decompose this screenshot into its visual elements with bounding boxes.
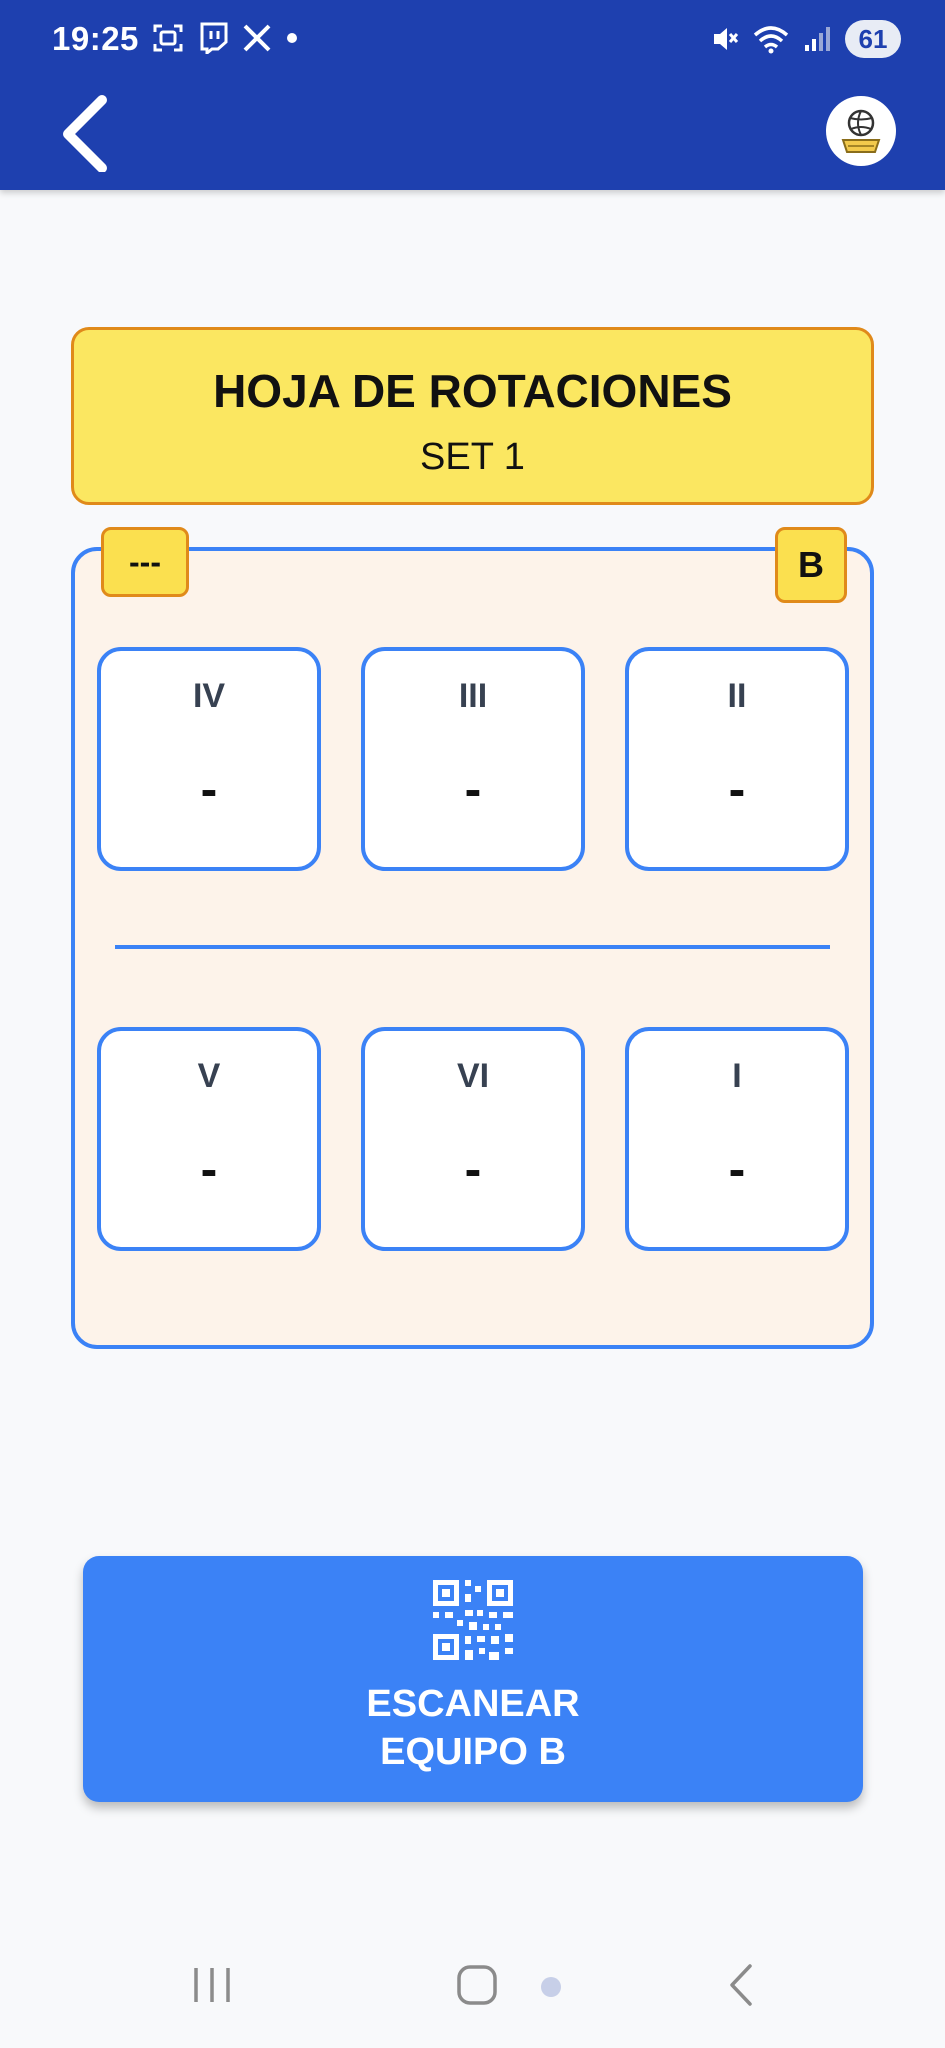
position-ii[interactable]: II -: [625, 647, 849, 871]
rotation-tag: ---: [101, 527, 189, 597]
player-number: -: [464, 761, 482, 817]
system-nav-bar: [0, 1940, 945, 2048]
position-i[interactable]: I -: [625, 1027, 849, 1251]
status-notification-icons: [152, 22, 298, 54]
position-iii[interactable]: III -: [361, 647, 585, 871]
player-number: -: [464, 1141, 482, 1197]
back-button[interactable]: [52, 92, 122, 173]
qr-code-icon: [433, 1580, 513, 1660]
app-logo-button[interactable]: [826, 96, 896, 166]
player-number: -: [728, 761, 746, 817]
player-number: -: [728, 1141, 746, 1197]
volleyball-logo-icon: [841, 109, 881, 153]
home-button[interactable]: [451, 1960, 561, 2015]
team-badge: B: [775, 527, 847, 603]
position-v[interactable]: V -: [97, 1027, 321, 1251]
set-label: SET 1: [420, 436, 525, 478]
signal-icon: [805, 27, 830, 51]
player-number: -: [200, 761, 218, 817]
mute-icon: [714, 28, 739, 50]
position-numeral: III: [458, 677, 488, 715]
rotation-sheet-header: HOJA DE ROTACIONES SET 1: [71, 327, 874, 505]
scan-team-button[interactable]: ESCANEAR EQUIPO B: [83, 1556, 863, 1802]
recents-icon: [194, 1968, 230, 2002]
wifi-icon: [753, 26, 789, 54]
back-icon: [730, 1964, 752, 2006]
battery-icon: 61: [845, 20, 901, 58]
recents-button[interactable]: [190, 1960, 234, 2015]
position-iv[interactable]: IV -: [97, 647, 321, 871]
player-number: -: [200, 1141, 218, 1197]
position-numeral: V: [197, 1057, 221, 1095]
position-numeral: IV: [192, 677, 226, 715]
scan-button-label: ESCANEAR EQUIPO B: [366, 1683, 580, 1773]
system-back-button[interactable]: [722, 1960, 762, 2015]
twitch-icon: [200, 22, 228, 54]
chevron-left-icon: [63, 95, 107, 173]
position-vi[interactable]: VI -: [361, 1027, 585, 1251]
position-numeral: VI: [456, 1057, 490, 1095]
status-time: 19:25: [52, 20, 139, 57]
position-numeral: II: [727, 677, 747, 715]
net-line: [115, 945, 830, 949]
home-icon: [457, 1965, 561, 2005]
page-title: HOJA DE ROTACIONES: [213, 365, 732, 417]
dot-icon: [287, 33, 297, 43]
screenshot-icon: [153, 24, 183, 52]
position-numeral: I: [732, 1057, 742, 1095]
status-system-icons: 61: [711, 20, 901, 58]
x-icon: [243, 24, 271, 52]
app-header: 19:25 61: [0, 0, 945, 190]
